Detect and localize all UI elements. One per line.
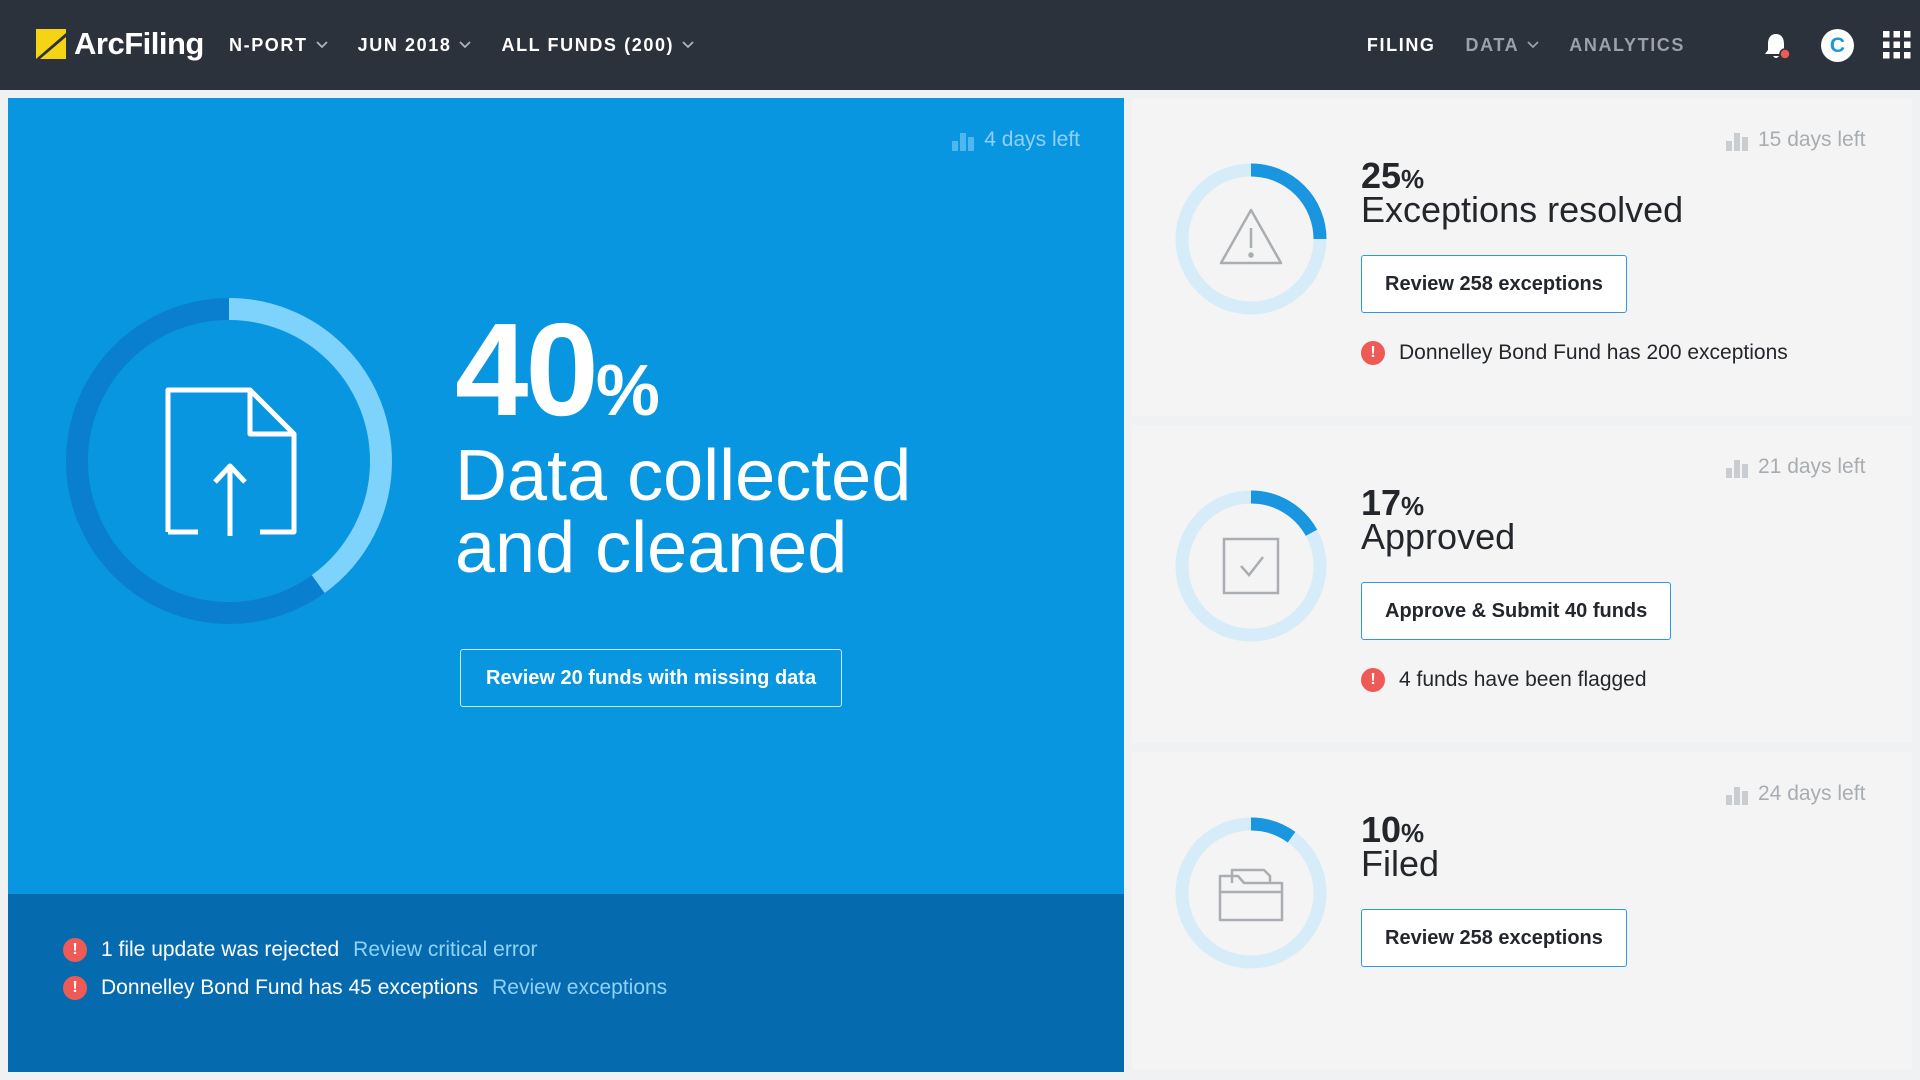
hero-title-line-1: Data collected (455, 436, 912, 516)
days-left-indicator: 21 days left (1726, 455, 1865, 479)
bar-chart-icon (1726, 787, 1748, 805)
folder-icon (1218, 868, 1284, 922)
nav-analytics[interactable]: ANALYTICS (1569, 35, 1685, 56)
error-icon: ! (1361, 341, 1385, 365)
review-critical-error-link[interactable]: Review critical error (353, 938, 537, 962)
bar-chart-icon (1726, 460, 1748, 478)
exceptions-card: 15 days left 25% Exceptions resolved Rev… (1132, 98, 1912, 416)
funds-label: ALL FUNDS (200) (501, 34, 675, 55)
alert-row: ! 1 file update was rejected Review crit… (63, 938, 538, 962)
alert-text: 4 funds have been flagged (1399, 668, 1647, 691)
alert-row: ! Donnelley Bond Fund has 45 exceptions … (63, 976, 667, 1000)
card-alert: ! 4 funds have been flagged (1361, 668, 1647, 692)
warning-icon (1219, 208, 1283, 265)
filing-type-dropdown[interactable]: N-PORT (229, 35, 328, 56)
days-left-text: 4 days left (984, 128, 1080, 151)
progress-ring (1175, 817, 1327, 969)
progress-ring (1175, 163, 1327, 315)
top-navigation-bar: ArcFiling N-PORT JUN 2018 ALL FUNDS (200… (0, 0, 1920, 90)
card-title: Approved (1361, 516, 1516, 557)
apps-grid-icon[interactable] (1883, 31, 1911, 59)
data-collected-percent: 40% (455, 304, 660, 436)
data-collection-panel: 4 days left 40% Data collected and clean… (8, 98, 1124, 1072)
alert-text: 1 file update was rejected (101, 938, 340, 961)
review-missing-data-button[interactable]: Review 20 funds with missing data (460, 649, 843, 707)
card-title: Filed (1361, 843, 1440, 884)
progress-ring (66, 298, 392, 624)
percent-value: 40 (455, 296, 599, 443)
arcfiling-logo-icon (36, 29, 66, 59)
chevron-down-icon (459, 41, 472, 49)
context-selectors: N-PORT JUN 2018 ALL FUNDS (200) (229, 0, 724, 90)
hero-title: Data collected and cleaned (455, 440, 1015, 584)
brand-logo[interactable]: ArcFiling (36, 26, 204, 62)
approved-card: 21 days left 17% Approved Approve & Subm… (1132, 425, 1912, 743)
brand-name: ArcFiling (74, 26, 204, 61)
alert-text: Donnelley Bond Fund has 45 exceptions (101, 976, 479, 999)
chevron-down-icon (1527, 41, 1539, 49)
top-actions: C (1705, 0, 1920, 90)
review-exceptions-link[interactable]: Review exceptions (492, 976, 667, 1000)
approve-submit-button[interactable]: Approve & Submit 40 funds (1361, 582, 1672, 640)
funds-dropdown[interactable]: ALL FUNDS (200) (501, 35, 694, 56)
percent-sign: % (595, 351, 660, 431)
error-icon: ! (1361, 668, 1385, 692)
chevron-down-icon (682, 41, 694, 49)
card-title: Exceptions resolved (1361, 189, 1684, 230)
filed-card: 24 days left 10% Filed Review 258 except… (1132, 752, 1912, 1070)
user-avatar[interactable]: C (1821, 29, 1854, 62)
nav-analytics-label: ANALYTICS (1569, 34, 1685, 55)
days-left-indicator: 24 days left (1726, 782, 1865, 806)
main-navigation: FILING DATA ANALYTICS (1337, 0, 1685, 90)
bell-icon[interactable] (1763, 31, 1791, 61)
checkbox-icon (1222, 537, 1280, 595)
bar-chart-icon (1726, 133, 1748, 151)
chevron-down-icon (315, 41, 328, 49)
nav-filing[interactable]: FILING (1367, 35, 1436, 56)
file-upload-icon (165, 387, 297, 536)
period-label: JUN 2018 (357, 34, 452, 55)
filing-type-label: N-PORT (229, 34, 308, 55)
days-left-text: 24 days left (1758, 782, 1866, 805)
nav-data-label: DATA (1465, 34, 1520, 55)
days-left-indicator: 4 days left (952, 128, 1080, 152)
alert-text: Donnelley Bond Fund has 200 exceptions (1399, 341, 1788, 364)
review-exceptions-button[interactable]: Review 258 exceptions (1361, 255, 1627, 313)
bar-chart-icon (952, 133, 975, 151)
progress-ring (1175, 490, 1327, 642)
period-dropdown[interactable]: JUN 2018 (358, 35, 472, 56)
review-exceptions-button[interactable]: Review 258 exceptions (1361, 909, 1627, 967)
hero-alerts: ! 1 file update was rejected Review crit… (8, 894, 1124, 1072)
hero-title-line-2: and cleaned (455, 508, 848, 588)
error-icon: ! (63, 976, 87, 1000)
nav-filing-label: FILING (1366, 34, 1436, 55)
days-left-text: 21 days left (1758, 455, 1866, 478)
nav-data-dropdown[interactable]: DATA (1466, 35, 1540, 56)
days-left-indicator: 15 days left (1726, 128, 1865, 152)
error-icon: ! (63, 938, 87, 962)
days-left-text: 15 days left (1758, 128, 1866, 151)
card-alert: ! Donnelley Bond Fund has 200 exceptions (1361, 341, 1788, 365)
